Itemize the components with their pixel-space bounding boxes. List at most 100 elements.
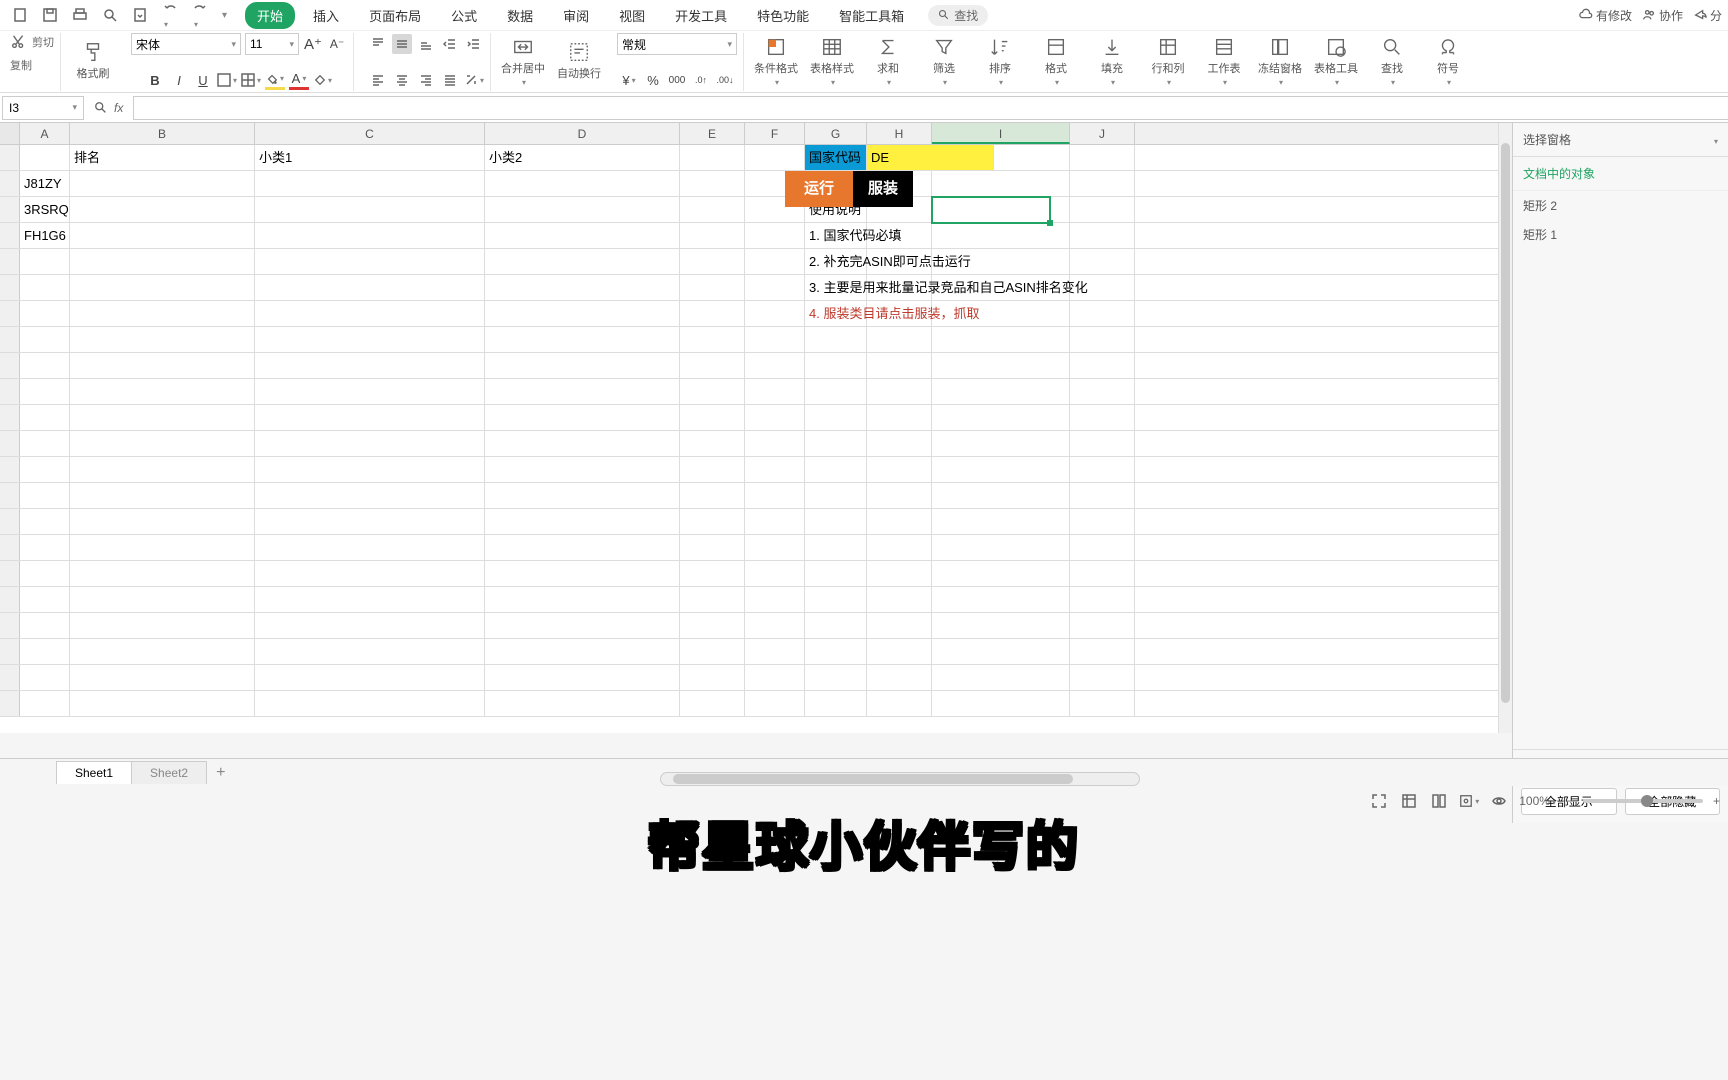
cond-format-button[interactable]: 条件格式 [752, 33, 800, 89]
percent-icon[interactable]: % [643, 70, 663, 90]
qat-preview-icon[interactable] [96, 3, 124, 27]
cell[interactable] [680, 379, 745, 404]
cell[interactable] [932, 379, 1070, 404]
cell[interactable] [680, 613, 745, 638]
zoom-slider[interactable] [1583, 799, 1703, 803]
tab-formula[interactable]: 公式 [439, 2, 489, 29]
cell[interactable] [255, 275, 485, 300]
cell[interactable] [255, 405, 485, 430]
row-header[interactable] [0, 457, 20, 482]
border-button[interactable] [217, 70, 237, 90]
tab-view[interactable]: 视图 [607, 2, 657, 29]
cell[interactable] [932, 561, 1070, 586]
cell[interactable] [680, 587, 745, 612]
symbol-button[interactable]: 符号 [1424, 33, 1472, 89]
cell[interactable] [485, 691, 680, 716]
cell[interactable]: J81ZY [20, 171, 70, 196]
cell[interactable] [1070, 483, 1135, 508]
decrease-font-icon[interactable]: A⁻ [327, 34, 347, 54]
cell[interactable] [20, 431, 70, 456]
cell[interactable] [745, 535, 805, 560]
cell[interactable]: 排名 [70, 145, 255, 170]
qat-redo-icon[interactable] [186, 0, 214, 34]
cut-label[interactable]: 剪切 [32, 34, 54, 50]
cell[interactable] [255, 483, 485, 508]
cell[interactable] [745, 249, 805, 274]
cell[interactable] [20, 327, 70, 352]
cell[interactable] [680, 535, 745, 560]
cell[interactable] [932, 665, 1070, 690]
cell[interactable] [680, 405, 745, 430]
cell[interactable] [20, 509, 70, 534]
cell[interactable] [70, 353, 255, 378]
align-center-icon[interactable] [392, 70, 412, 90]
indent-dec-icon[interactable] [440, 34, 460, 54]
cell[interactable] [20, 275, 70, 300]
cell[interactable] [70, 405, 255, 430]
cell[interactable] [255, 457, 485, 482]
tab-special[interactable]: 特色功能 [745, 2, 821, 29]
shape-item-1[interactable]: 矩形 2 [1513, 191, 1728, 220]
row-header[interactable] [0, 379, 20, 404]
cell[interactable] [70, 535, 255, 560]
cell[interactable]: 小类1 [255, 145, 485, 170]
align-middle-icon[interactable] [392, 34, 412, 54]
cell[interactable] [485, 249, 680, 274]
cell[interactable] [867, 457, 932, 482]
cell[interactable] [70, 509, 255, 534]
spreadsheet-grid[interactable]: A B C D E F G H I J 排名小类1小类2国家代码DEJ81ZY3… [0, 123, 1498, 733]
active-cell[interactable] [932, 197, 1050, 223]
cell[interactable] [70, 327, 255, 352]
cell[interactable] [680, 145, 745, 170]
cell[interactable] [485, 171, 680, 196]
freeze-button[interactable]: 冻结窗格 [1256, 33, 1304, 89]
cell[interactable] [745, 509, 805, 534]
cell[interactable] [1070, 561, 1135, 586]
wrap-text-button[interactable]: 自动换行 [555, 33, 603, 89]
cell[interactable] [932, 639, 1070, 664]
zoom-lens-icon[interactable] [94, 101, 108, 115]
cell[interactable] [255, 353, 485, 378]
cell[interactable] [255, 249, 485, 274]
cell[interactable]: 3RSRQ [20, 197, 70, 222]
cell[interactable] [1070, 223, 1135, 248]
horizontal-scrollbar[interactable] [660, 772, 1140, 786]
row-header[interactable] [0, 301, 20, 326]
pane-dropdown[interactable] [1712, 133, 1718, 147]
increase-font-icon[interactable]: A⁺ [303, 34, 323, 54]
cell[interactable] [485, 431, 680, 456]
cell[interactable] [867, 691, 932, 716]
sort-button[interactable]: 排序 [976, 33, 1024, 89]
cell[interactable] [255, 223, 485, 248]
shape-item-2[interactable]: 矩形 1 [1513, 220, 1728, 249]
cell[interactable] [1070, 665, 1135, 690]
col-F[interactable]: F [745, 123, 805, 144]
cell[interactable] [932, 613, 1070, 638]
cell[interactable] [70, 483, 255, 508]
cell[interactable] [20, 561, 70, 586]
cell[interactable] [805, 327, 867, 352]
cell[interactable] [680, 483, 745, 508]
cell[interactable]: 3. 主要是用来批量记录竞品和自己ASIN排名变化 [805, 275, 867, 300]
cell[interactable] [745, 431, 805, 456]
cell[interactable] [1070, 535, 1135, 560]
row-header[interactable] [0, 145, 20, 170]
cell[interactable] [745, 457, 805, 482]
number-format-select[interactable]: 常规▾ [617, 33, 737, 55]
row-header[interactable] [0, 171, 20, 196]
cell[interactable] [867, 379, 932, 404]
cell[interactable] [20, 665, 70, 690]
cell[interactable] [70, 171, 255, 196]
cell[interactable] [485, 405, 680, 430]
cell[interactable] [70, 457, 255, 482]
cell[interactable] [485, 275, 680, 300]
cell[interactable] [805, 535, 867, 560]
cell[interactable] [745, 587, 805, 612]
cell[interactable] [680, 275, 745, 300]
cell[interactable] [1070, 171, 1135, 196]
tab-insert[interactable]: 插入 [301, 2, 351, 29]
cell[interactable] [680, 223, 745, 248]
cell[interactable] [1070, 587, 1135, 612]
cell[interactable] [680, 691, 745, 716]
cell[interactable] [932, 353, 1070, 378]
